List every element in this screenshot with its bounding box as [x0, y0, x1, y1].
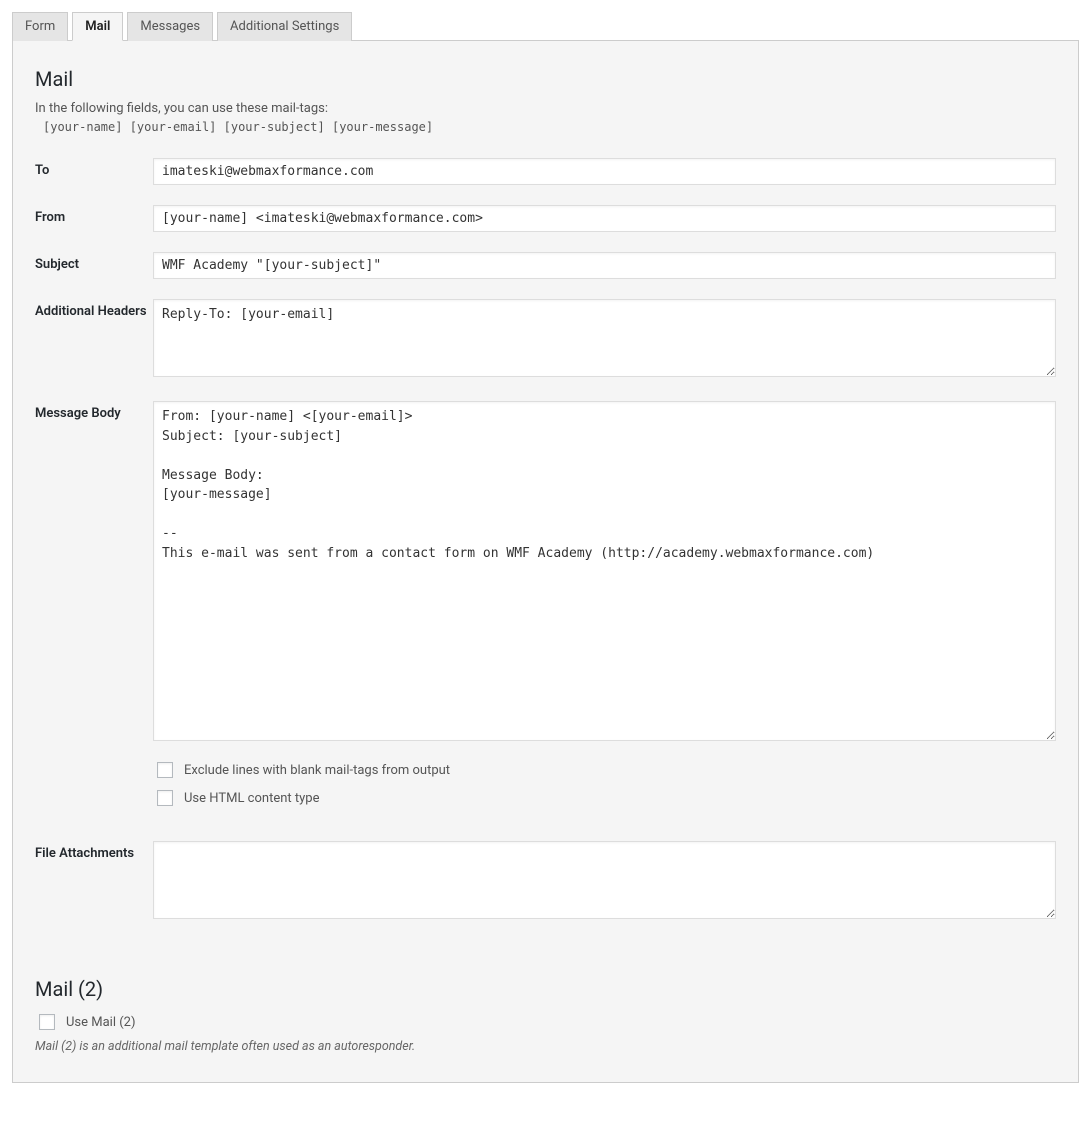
use-html-checkbox[interactable] [157, 790, 173, 806]
tab-form[interactable]: Form [12, 12, 68, 41]
label-message-body: Message Body [35, 401, 153, 423]
label-file-attachments: File Attachments [35, 841, 153, 863]
label-from: From [35, 205, 153, 227]
tab-messages[interactable]: Messages [127, 12, 213, 41]
label-subject: Subject [35, 252, 153, 274]
file-attachments-textarea[interactable] [153, 841, 1056, 919]
mail2-note: Mail (2) is an additional mail template … [35, 1039, 1056, 1054]
use-mail2-checkbox[interactable] [39, 1014, 55, 1030]
label-to: To [35, 158, 153, 180]
tab-additional-settings[interactable]: Additional Settings [217, 12, 352, 41]
tab-bar: Form Mail Messages Additional Settings [12, 12, 1079, 41]
mail-panel: Mail In the following fields, you can us… [12, 40, 1079, 1083]
mail2-heading: Mail (2) [35, 977, 1056, 1001]
mail-heading: Mail [35, 67, 1056, 91]
exclude-blank-checkbox[interactable] [157, 762, 173, 778]
subject-input[interactable] [153, 252, 1056, 279]
tab-mail[interactable]: Mail [72, 12, 123, 41]
exclude-blank-label: Exclude lines with blank mail-tags from … [184, 763, 450, 778]
use-html-label: Use HTML content type [184, 791, 319, 806]
mail-intro-text: In the following fields, you can use the… [35, 101, 1056, 116]
label-additional-headers: Additional Headers [35, 299, 153, 321]
additional-headers-textarea[interactable]: Reply-To: [your-email] [153, 299, 1056, 377]
to-input[interactable] [153, 158, 1056, 185]
from-input[interactable] [153, 205, 1056, 232]
mail-tags-list: [your-name] [your-email] [your-subject] … [43, 120, 1056, 134]
use-mail2-label: Use Mail (2) [66, 1015, 136, 1030]
message-body-textarea[interactable]: From: [your-name] <[your-email]> Subject… [153, 401, 1056, 741]
